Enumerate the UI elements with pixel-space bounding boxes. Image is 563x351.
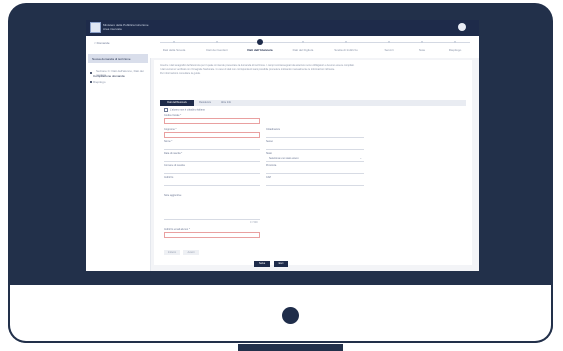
progress-stepper: Dati della Scuola Dati dei Genitori Dati… <box>150 36 479 58</box>
power-button <box>282 307 299 324</box>
monitor-stand <box>238 344 343 351</box>
back-link[interactable]: < Domande <box>94 41 110 45</box>
sesso-input[interactable] <box>266 144 364 150</box>
logo: Ministero della Pubblica Istruzione Area… <box>90 22 149 33</box>
exit-button[interactable]: Esci <box>274 261 288 267</box>
data-nascita-input[interactable] <box>164 156 260 162</box>
comune-nascita-label: Comune di nascita <box>164 164 185 167</box>
banner-line-1: Inserire i dati anagrafici dell'alunno/a… <box>160 64 355 67</box>
step-dot <box>173 41 175 43</box>
step-6[interactable]: Servizi <box>384 48 393 52</box>
cittadinanza-label: Cittadinanza <box>266 128 280 131</box>
step-7[interactable]: Note <box>419 48 425 52</box>
step-dot <box>388 41 390 43</box>
prev-button[interactable]: Indietro <box>164 250 180 255</box>
provincia-label: Provincia <box>266 164 277 167</box>
step-dot-active <box>257 39 263 45</box>
stato-label: Stato <box>266 152 272 155</box>
step-4[interactable]: Dati del Figlio/a <box>293 48 314 52</box>
next-button-disabled[interactable]: Avanti <box>183 250 199 255</box>
cap-label: CAP <box>266 176 272 179</box>
save-button[interactable]: Salva <box>254 261 270 267</box>
data-nascita-label: Data di nascita * <box>164 152 183 155</box>
codice-fiscale-label: Codice fiscale * <box>164 114 182 117</box>
stato-select[interactable]: Seleziona uno stato estero ⌄ <box>266 156 364 162</box>
form-tabs: Dati dell'Alunno/a Residenza Altre Info <box>160 100 466 106</box>
step-8[interactable]: Riepilogo <box>449 48 462 52</box>
org-subtitle: Area riservata <box>103 26 122 31</box>
tab-residenza[interactable]: Residenza <box>196 100 214 106</box>
email-label: Indirizzo email alunno * <box>164 228 190 231</box>
cittadinanza-input[interactable] <box>266 132 364 138</box>
sidebar: < Domande Nuova domanda di iscrizione Co… <box>86 36 151 271</box>
stepper-line <box>160 42 470 43</box>
monitor-chin <box>8 285 553 343</box>
cognome-input[interactable] <box>164 132 260 138</box>
tab-altre-info[interactable]: Altre Info <box>216 100 236 106</box>
nome-label: Nome * <box>164 140 173 143</box>
logo-icon <box>90 22 101 33</box>
step-3[interactable]: Dati dell'Alunno/a <box>247 48 272 52</box>
bullet-icon <box>90 81 92 84</box>
step-dot <box>345 41 347 43</box>
sidebar-item-current-label: Nuova domanda di iscrizione <box>92 57 131 61</box>
comune-nascita-input[interactable] <box>164 168 260 174</box>
sidebar-item-compilazione[interactable]: Compilazione domanda <box>90 64 146 78</box>
step-dot <box>421 41 423 43</box>
non-citizen-checkbox[interactable]: L'alunno non è cittadino italiano <box>164 108 205 112</box>
tab-alunno[interactable]: Dati dell'Alunno/a <box>160 100 194 106</box>
user-avatar-icon[interactable] <box>458 23 466 31</box>
note-counter: 0 / 500 <box>250 221 258 224</box>
top-bar: Ministero della Pubblica Istruzione Area… <box>86 20 479 36</box>
step-5[interactable]: Scelta di Indirizzo <box>334 48 358 52</box>
sidebar-item-detail[interactable]: Sezione C: Dati dell'alunno, Dati dei ge… <box>96 69 144 77</box>
screen: Ministero della Pubblica Istruzione Area… <box>86 20 479 271</box>
stato-value: Seleziona uno stato estero <box>269 157 299 160</box>
codice-fiscale-input[interactable] <box>164 118 260 124</box>
bullet-icon <box>90 71 92 74</box>
sidebar-item-current[interactable]: Nuova domanda di iscrizione <box>88 54 148 63</box>
cognome-label: Cognome * <box>164 128 177 131</box>
email-input[interactable] <box>164 232 260 238</box>
step-1[interactable]: Dati della Scuola <box>163 48 186 52</box>
nome-input[interactable] <box>164 144 260 150</box>
step-2[interactable]: Dati dei Genitori <box>206 48 228 52</box>
indirizzo-label: Indirizzo <box>164 176 174 179</box>
checkbox-icon <box>164 108 168 112</box>
note-label: Note aggiuntive <box>164 194 182 197</box>
step-dot <box>302 41 304 43</box>
step-dot <box>454 41 456 43</box>
sesso-label: Sesso <box>266 140 273 143</box>
banner-line-3: Per informazioni consultare la guida. <box>160 72 201 75</box>
indirizzo-input[interactable] <box>164 180 260 186</box>
info-banner: Inserire i dati anagrafici dell'alunno/a… <box>160 64 472 96</box>
note-textarea[interactable] <box>164 198 260 220</box>
cap-input[interactable] <box>266 180 364 186</box>
chevron-down-icon: ⌄ <box>359 156 362 160</box>
provincia-input[interactable] <box>266 168 364 174</box>
step-dot <box>216 41 218 43</box>
main-panel: Inserire i dati anagrafici dell'alunno/a… <box>154 60 472 267</box>
sidebar-item-riepilogo[interactable]: Riepilogo <box>90 80 106 84</box>
banner-line-2: I dati verranno verificati con l'Anagraf… <box>160 68 336 71</box>
